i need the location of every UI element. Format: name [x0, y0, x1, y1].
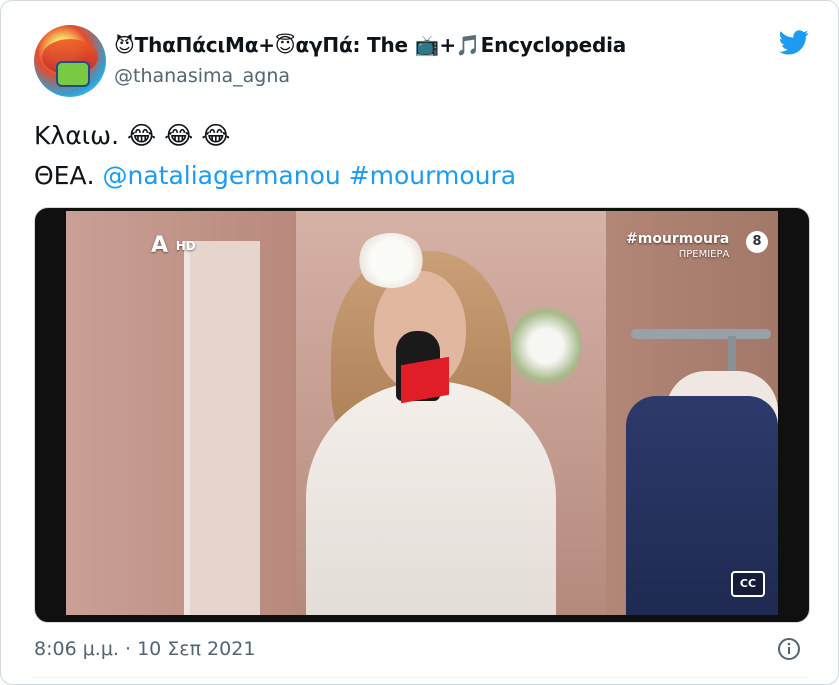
video-frame[interactable]: Α HD #mourmoura ΠΡΕΜΙΕΡΑ 8 CC	[66, 211, 778, 615]
avatar[interactable]	[34, 25, 106, 97]
hashtag-link[interactable]: #mourmoura	[349, 161, 516, 190]
divider	[34, 677, 808, 678]
tweet-line-1: Κλαιω. 😂 😂 😂	[34, 121, 231, 150]
tweet-card: 😈ThαΠάcιΜα+😇αγΠά: The 📺+🎵Encyclopedia @t…	[0, 0, 839, 685]
scene-rack-bar	[631, 329, 771, 339]
video-hashtag-overlay: #mourmoura ΠΡΕΜΙΕΡΑ	[626, 231, 729, 260]
scene-fascinator	[356, 233, 426, 288]
tweet-header: 😈ThαΠάcιΜα+😇αγΠά: The 📺+🎵Encyclopedia @t…	[34, 25, 814, 99]
info-icon[interactable]	[777, 637, 801, 661]
premiere-label: ΠΡΕΜΙΕΡΑ	[678, 249, 730, 260]
avatar-badge	[56, 61, 90, 87]
scene-door	[184, 241, 260, 615]
scene-flowers	[511, 301, 581, 391]
display-name[interactable]: 😈ThαΠάcιΜα+😇αγΠά: The 📺+🎵Encyclopedia	[114, 33, 626, 57]
age-rating-badge: 8	[746, 231, 768, 253]
tweet-media[interactable]: Α HD #mourmoura ΠΡΕΜΙΕΡΑ 8 CC	[34, 207, 810, 623]
tweet-timestamp[interactable]: 8:06 μ.μ. · 10 Σεπ 2021	[34, 638, 255, 660]
channel-hd-badge: HD	[175, 239, 196, 253]
channel-logo-letter: Α	[151, 233, 169, 258]
tweet-body: Κλαιω. 😂 😂 😂 ΘΕΑ. @nataliagermanou #mour…	[34, 116, 516, 196]
tweet-line-2: ΘΕΑ. @nataliagermanou #mourmoura	[34, 156, 516, 196]
scene-wall-left	[66, 211, 296, 615]
scene-person-dress	[306, 381, 556, 615]
twitter-bird-icon[interactable]	[776, 27, 812, 57]
closed-captions-icon[interactable]: CC	[731, 571, 765, 597]
channel-logo: Α HD	[151, 233, 196, 258]
username[interactable]: @thanasima_agna	[114, 65, 290, 87]
mention-link[interactable]: @nataliagermanou	[102, 161, 340, 190]
tweet-text-prefix: ΘΕΑ.	[34, 161, 103, 190]
video-hashtag: #mourmoura	[626, 231, 730, 247]
